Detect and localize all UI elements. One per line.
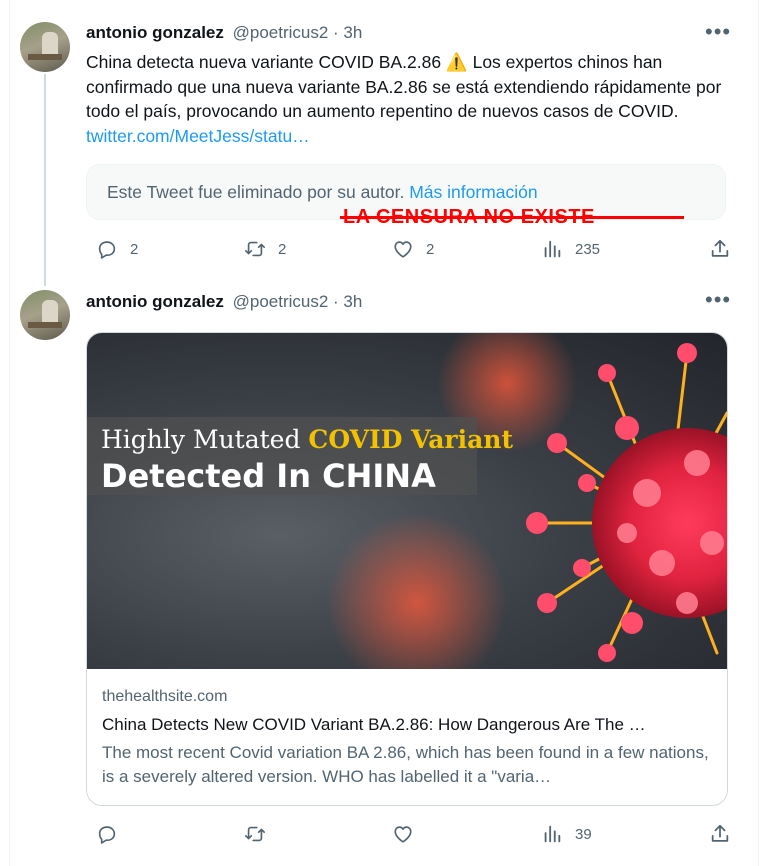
timeline-border-right bbox=[758, 0, 759, 866]
overlay-strikethrough bbox=[340, 216, 684, 219]
heart-icon bbox=[394, 826, 412, 843]
avatar[interactable] bbox=[20, 22, 70, 72]
more-info-link[interactable]: Más información bbox=[409, 182, 537, 202]
banner-headline-2: Detected In CHINA bbox=[101, 457, 436, 495]
author-handle-time[interactable]: @poetricus2 · 3h bbox=[233, 23, 363, 42]
link-card[interactable]: Highly Mutated COVID Variant Detected In… bbox=[86, 332, 728, 806]
share-icon bbox=[711, 824, 729, 842]
reply-count: 2 bbox=[130, 240, 139, 258]
share-button[interactable] bbox=[709, 822, 731, 846]
card-domain: thehealthsite.com bbox=[102, 688, 228, 705]
deleted-notice: Este Tweet fue eliminado por su autor. bbox=[107, 182, 410, 202]
tweet-link[interactable]: twitter.com/MeetJess/statu… bbox=[86, 126, 310, 146]
retweet-button[interactable] bbox=[244, 822, 278, 846]
timeline-border-left bbox=[9, 0, 10, 866]
thread-connector bbox=[44, 74, 46, 286]
author-name[interactable]: antonio gonzalez bbox=[86, 23, 224, 42]
views-chart-icon bbox=[544, 825, 561, 843]
retweet-icon bbox=[245, 241, 265, 257]
share-icon bbox=[711, 239, 729, 257]
views-chart-icon bbox=[544, 240, 561, 258]
reply-button[interactable] bbox=[96, 822, 130, 846]
share-button[interactable] bbox=[709, 237, 731, 261]
retweet-button[interactable]: 2 bbox=[244, 237, 286, 261]
banner-headline-1: Highly Mutated COVID Variant bbox=[101, 425, 514, 454]
views-button[interactable]: 39 bbox=[541, 822, 592, 846]
more-options-icon[interactable]: ••• bbox=[705, 21, 730, 46]
views-button[interactable]: 235 bbox=[541, 237, 600, 261]
views-count: 235 bbox=[575, 240, 601, 258]
retweet-count: 2 bbox=[278, 240, 287, 258]
reply-icon bbox=[98, 241, 116, 259]
like-button[interactable]: 2 bbox=[392, 237, 434, 261]
image-banner: Highly Mutated COVID Variant Detected In… bbox=[87, 417, 513, 495]
avatar[interactable] bbox=[20, 290, 70, 340]
virus-illustration bbox=[327, 333, 727, 669]
card-image[interactable]: Highly Mutated COVID Variant Detected In… bbox=[87, 333, 727, 669]
like-button[interactable] bbox=[392, 822, 426, 846]
card-description: The most recent Covid variation BA 2.86,… bbox=[102, 743, 709, 786]
tweet-header: antonio gonzalez @poetricus2 · 3h bbox=[86, 23, 362, 43]
reply-button[interactable]: 2 bbox=[96, 237, 138, 261]
reply-icon bbox=[98, 826, 116, 844]
retweet-icon bbox=[245, 826, 265, 842]
tweet-header: antonio gonzalez @poetricus2 · 3h bbox=[86, 292, 362, 312]
card-title: China Detects New COVID Variant BA.2.86:… bbox=[102, 715, 646, 734]
heart-icon bbox=[394, 241, 412, 258]
tweet-body: China detecta nueva variante COVID BA.2.… bbox=[86, 52, 722, 121]
author-handle-time[interactable]: @poetricus2 · 3h bbox=[233, 292, 363, 311]
more-options-icon[interactable]: ••• bbox=[705, 289, 730, 314]
tweet-text: China detecta nueva variante COVID BA.2.… bbox=[86, 50, 726, 148]
views-count: 39 bbox=[575, 825, 592, 843]
like-count: 2 bbox=[426, 240, 435, 258]
author-name[interactable]: antonio gonzalez bbox=[86, 292, 224, 311]
